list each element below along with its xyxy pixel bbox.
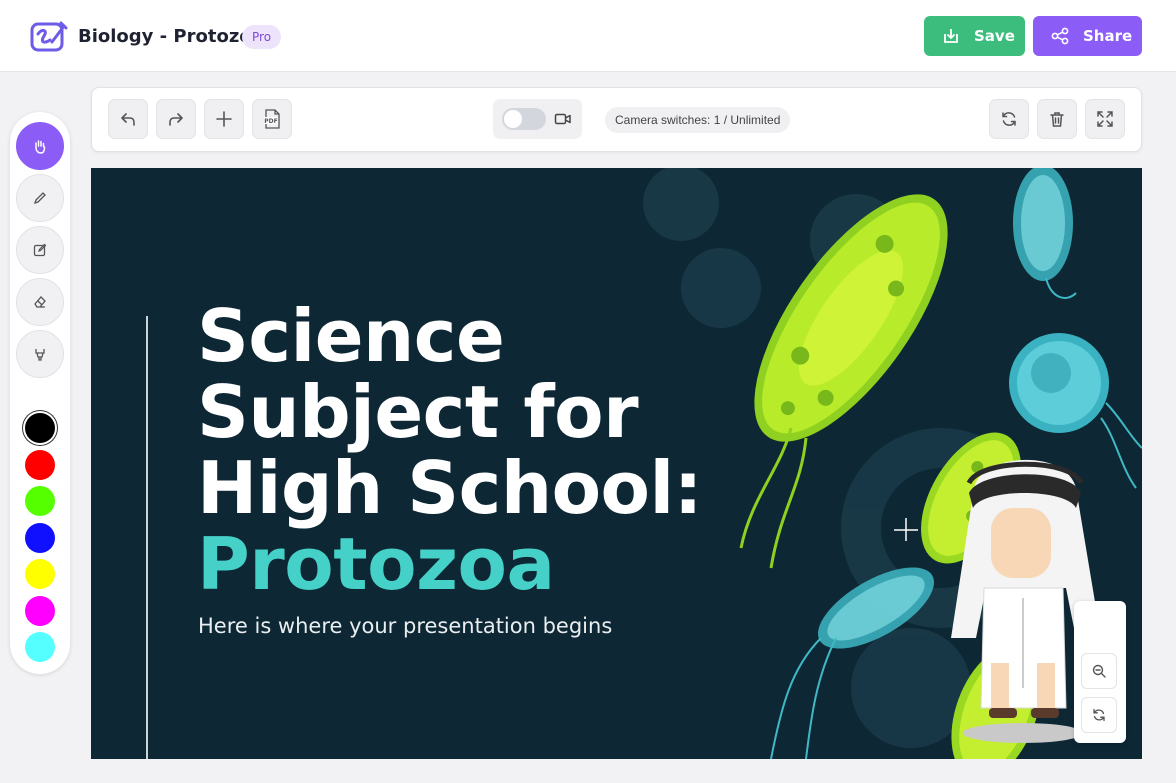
top-toolbar: PDF Camera switches: 1 / Unlimited (91, 87, 1142, 152)
headline-line-3: High School: (197, 446, 703, 530)
trash-icon (1050, 112, 1064, 127)
zoom-out-icon (1092, 664, 1106, 678)
highlighter-icon (35, 349, 45, 361)
pdf-icon: PDF (264, 109, 280, 129)
save-label: Save (974, 27, 1015, 45)
color-swatch-green[interactable] (25, 486, 55, 516)
save-button[interactable]: Save (924, 16, 1025, 56)
share-button[interactable]: Share (1033, 16, 1142, 56)
reset-zoom-button[interactable] (1081, 697, 1117, 733)
undo-button[interactable] (108, 99, 148, 139)
page-title: Biology - Protozoa (78, 26, 264, 47)
slide-headline: Science Subject for High School: Protozo… (197, 294, 703, 606)
color-swatch-red[interactable] (25, 450, 55, 480)
refresh-button[interactable] (989, 99, 1029, 139)
color-swatch-cyan[interactable] (25, 632, 55, 662)
presentation-slide[interactable]: Science Subject for High School: Protozo… (91, 168, 1142, 759)
svg-text:PDF: PDF (264, 118, 277, 125)
edit-icon (33, 243, 47, 257)
camera-toggle[interactable] (502, 108, 546, 130)
pdf-button[interactable]: PDF (252, 99, 292, 139)
add-icon (216, 111, 232, 127)
undo-icon (121, 113, 135, 126)
app-header: Biology - Protozoa Pro Save Share (0, 0, 1176, 72)
eraser-tool-button[interactable] (16, 278, 64, 326)
headline-line-1: Science (197, 294, 505, 378)
toggle-knob (504, 110, 522, 128)
download-icon (944, 29, 958, 43)
logo-icon (30, 21, 68, 52)
redo-button[interactable] (156, 99, 196, 139)
decorative-line (146, 316, 148, 759)
tool-palette (10, 112, 70, 674)
share-icon (1051, 27, 1069, 45)
zoom-controls (1074, 601, 1126, 743)
highlighter-tool-button[interactable] (16, 330, 64, 378)
camera-switches-counter: Camera switches: 1 / Unlimited (605, 107, 791, 133)
teal-protozoa-top (1013, 168, 1077, 299)
headline-line-4: Protozoa (197, 522, 555, 606)
delete-button[interactable] (1037, 99, 1077, 139)
add-button[interactable] (204, 99, 244, 139)
pencil-tool-button[interactable] (16, 174, 64, 222)
share-label: Share (1083, 27, 1133, 45)
redo-icon (169, 113, 183, 126)
edit-tool-button[interactable] (16, 226, 64, 274)
hand-icon (35, 140, 46, 154)
refresh-icon (1093, 708, 1105, 722)
pro-badge: Pro (242, 25, 282, 49)
camera-control (493, 99, 582, 139)
zoom-out-button[interactable] (1081, 653, 1117, 689)
refresh-icon (1002, 112, 1016, 126)
eraser-icon (34, 296, 46, 308)
fullscreen-button[interactable] (1085, 99, 1125, 139)
color-swatch-blue[interactable] (25, 523, 55, 553)
video-camera-icon[interactable] (554, 111, 572, 127)
color-swatch-yellow[interactable] (25, 559, 55, 589)
pencil-icon (33, 192, 46, 205)
color-swatch-black[interactable] (25, 413, 55, 443)
fullscreen-icon (1097, 111, 1113, 127)
slide-subtitle: Here is where your presentation begins (198, 614, 613, 638)
color-swatch-magenta[interactable] (25, 596, 55, 626)
hand-tool-button[interactable] (16, 122, 64, 170)
headline-line-2: Subject for (197, 370, 639, 454)
